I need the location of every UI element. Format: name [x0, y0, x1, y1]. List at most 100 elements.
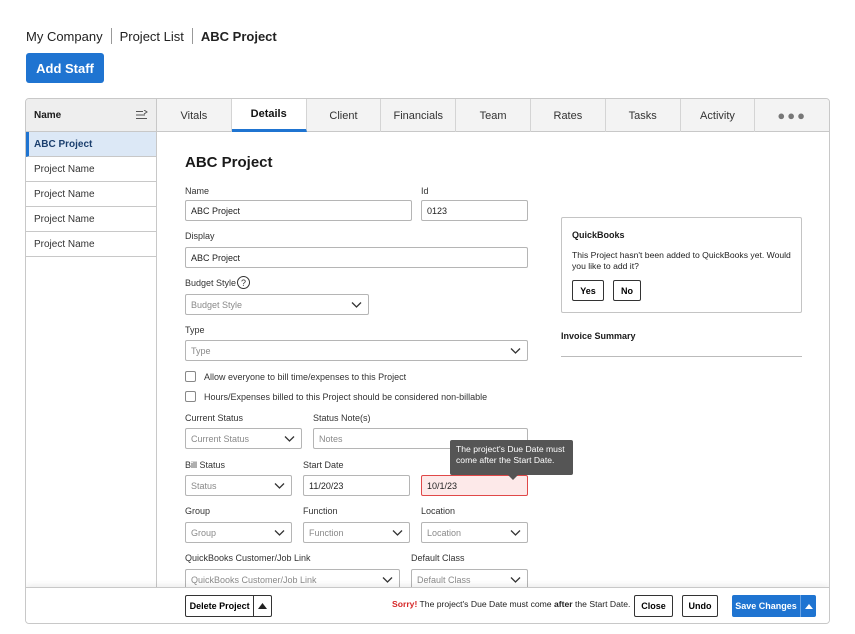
quickbooks-title: QuickBooks	[572, 230, 625, 240]
bill-status-label: Bill Status	[185, 460, 226, 470]
tab-client[interactable]: Client	[307, 99, 382, 132]
qb-link-placeholder: QuickBooks Customer/Job Link	[191, 574, 317, 585]
id-label: Id	[421, 186, 429, 196]
tab-rates[interactable]: Rates	[531, 99, 606, 132]
current-status-placeholder: Current Status	[191, 433, 250, 444]
start-date-input[interactable]: 11/20/23	[303, 475, 410, 496]
bill-status-select[interactable]: Status	[185, 475, 292, 496]
bill-all-checkbox[interactable]	[185, 371, 196, 382]
quickbooks-message: This Project hasn't been added to QuickB…	[572, 250, 791, 271]
budget-style-label: Budget Style	[185, 278, 237, 288]
project-list-header-label: Name	[34, 109, 62, 121]
breadcrumb-project-list[interactable]: Project List	[120, 29, 184, 44]
chevron-down-icon	[284, 436, 295, 442]
id-input[interactable]: 0123	[421, 200, 528, 221]
close-button[interactable]: Close	[634, 595, 673, 617]
breadcrumb-separator	[191, 28, 193, 44]
breadcrumb-company[interactable]: My Company	[26, 29, 103, 44]
bill-status-placeholder: Status	[191, 480, 217, 491]
tab-tasks[interactable]: Tasks	[606, 99, 681, 132]
location-label: Location	[421, 506, 456, 516]
project-list: ABC Project Project Name Project Name Pr…	[26, 132, 157, 587]
chevron-down-icon	[274, 483, 285, 489]
budget-style-select[interactable]: Budget Style	[185, 294, 369, 315]
current-status-select[interactable]: Current Status	[185, 428, 302, 449]
tab-vitals[interactable]: Vitals	[157, 99, 232, 132]
location-placeholder: Location	[427, 527, 462, 538]
tab-details[interactable]: Details	[231, 99, 307, 132]
function-select[interactable]: Function	[303, 522, 410, 543]
undo-button[interactable]: Undo	[682, 595, 718, 617]
chevron-down-icon	[510, 530, 521, 536]
name-input[interactable]: ABC Project	[185, 200, 412, 221]
breadcrumb-separator	[110, 28, 112, 44]
function-label: Function	[303, 506, 338, 516]
project-list-item[interactable]: Project Name	[26, 232, 156, 257]
function-placeholder: Function	[309, 527, 344, 538]
project-panel: Name ABC Project Project Name Project Na…	[25, 98, 830, 624]
type-label: Type	[185, 325, 205, 335]
action-footer: Delete Project Sorry! The project's Due …	[26, 587, 829, 623]
current-status-label: Current Status	[185, 413, 244, 423]
breadcrumb-current: ABC Project	[200, 28, 277, 44]
group-placeholder: Group	[191, 527, 217, 538]
breadcrumb: My Company Project List ABC Project	[26, 28, 277, 44]
delete-project-label: Delete Project	[189, 601, 250, 611]
tooltip-arrow	[508, 475, 518, 480]
status-notes-label: Status Note(s)	[313, 413, 371, 423]
chevron-down-icon	[351, 302, 362, 308]
default-class-select[interactable]: Default Class	[411, 569, 528, 587]
chevron-down-icon	[392, 530, 403, 536]
type-select[interactable]: Type	[185, 340, 528, 361]
default-class-placeholder: Default Class	[417, 574, 471, 585]
group-select[interactable]: Group	[185, 522, 292, 543]
type-placeholder: Type	[191, 345, 211, 356]
caret-up-icon[interactable]	[800, 595, 816, 617]
project-list-header: Name	[26, 99, 157, 132]
sort-icon[interactable]	[136, 110, 148, 120]
add-staff-button[interactable]: Add Staff	[26, 53, 104, 83]
error-tooltip: The project's Due Date must come after t…	[450, 440, 573, 475]
quickbooks-card: QuickBooks This Project hasn't been adde…	[561, 217, 802, 313]
help-icon[interactable]: ?	[237, 276, 250, 289]
chevron-down-icon	[510, 577, 521, 583]
details-content: ABC Project Name ABC Project Id 0123 Dis…	[157, 132, 829, 587]
project-list-item[interactable]: ABC Project	[26, 132, 156, 157]
tab-team[interactable]: Team	[456, 99, 531, 132]
start-date-label: Start Date	[303, 460, 344, 470]
invoice-summary-title: Invoice Summary	[561, 331, 636, 341]
save-changes-button[interactable]: Save Changes	[732, 595, 816, 617]
page-title: ABC Project	[185, 154, 273, 171]
caret-up-icon[interactable]	[254, 603, 271, 609]
bill-all-checkbox-label: Allow everyone to bill time/expenses to …	[204, 372, 407, 382]
quickbooks-yes-button[interactable]: Yes	[572, 280, 604, 301]
delete-project-button[interactable]: Delete Project	[185, 595, 272, 617]
display-label: Display	[185, 231, 215, 241]
error-bold-text: after	[553, 599, 573, 609]
nonbillable-checkbox[interactable]	[185, 391, 196, 402]
quickbooks-no-button[interactable]: No	[613, 280, 641, 301]
nonbillable-checkbox-label: Hours/Expenses billed to this Project sh…	[204, 392, 488, 402]
chevron-down-icon	[382, 577, 393, 583]
error-text: the Start Date.	[572, 599, 631, 609]
footer-error-message: Sorry! The project's Due Date must come …	[392, 599, 630, 609]
divider	[561, 356, 802, 357]
name-label: Name	[185, 186, 210, 196]
default-class-label: Default Class	[411, 553, 465, 563]
error-text: The project's Due Date must come	[417, 599, 554, 609]
tab-financials[interactable]: Financials	[381, 99, 457, 132]
tab-activity[interactable]: Activity	[681, 99, 756, 132]
qb-link-select[interactable]: QuickBooks Customer/Job Link	[185, 569, 400, 587]
project-list-item[interactable]: Project Name	[26, 157, 156, 182]
location-select[interactable]: Location	[421, 522, 528, 543]
tab-bar: Vitals Details Client Financials Team Ra…	[157, 99, 829, 132]
more-tabs-icon[interactable]: ●●●	[755, 99, 829, 132]
chevron-down-icon	[510, 348, 521, 354]
project-list-item[interactable]: Project Name	[26, 182, 156, 207]
save-changes-label: Save Changes	[735, 601, 797, 611]
budget-style-placeholder: Budget Style	[191, 299, 243, 310]
project-list-item[interactable]: Project Name	[26, 207, 156, 232]
error-sorry-text: Sorry!	[392, 599, 418, 609]
chevron-down-icon	[274, 530, 285, 536]
display-input[interactable]: ABC Project	[185, 247, 528, 268]
